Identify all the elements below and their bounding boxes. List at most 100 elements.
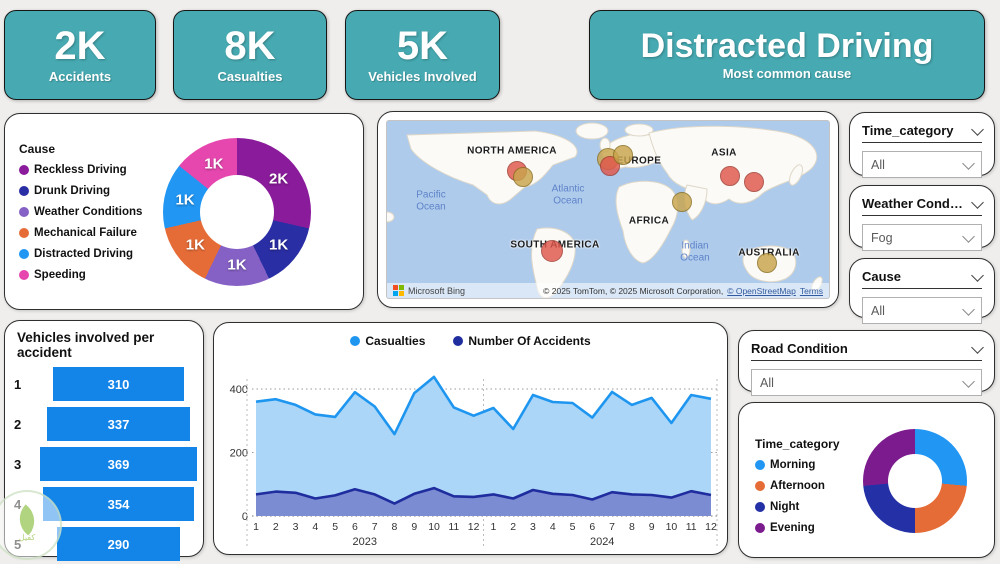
svg-text:0: 0 xyxy=(242,511,248,523)
legend-item[interactable]: Morning xyxy=(755,459,840,471)
map-continent-label: ASIA xyxy=(711,148,737,159)
funnel-row: 2 337 xyxy=(5,404,203,444)
map-bubble[interactable] xyxy=(720,166,740,186)
kpi-label: Vehicles Involved xyxy=(368,69,476,84)
kpi-card-vehicles: 5K Vehicles Involved xyxy=(345,10,500,100)
funnel-bar[interactable]: 369 xyxy=(40,447,197,481)
legend-item[interactable]: Afternoon xyxy=(755,480,840,492)
slicer-header[interactable]: Cause xyxy=(862,269,982,289)
trend-chart-svg[interactable]: 0200400123456789101112123456789101112202… xyxy=(214,323,726,553)
map-attribution-text: © 2025 TomTom, © 2025 Microsoft Corporat… xyxy=(543,286,723,296)
slicer-weather-condition: Weather Cond… Fog xyxy=(849,185,995,248)
funnel-title: Vehicles involved per accident xyxy=(17,330,203,360)
funnel-category-label: 4 xyxy=(5,497,40,512)
kpi-card-casualties: 8K Casualties xyxy=(173,10,327,100)
funnel-bar[interactable]: 337 xyxy=(47,407,190,441)
legend-label: Mechanical Failure xyxy=(34,227,137,239)
world-map[interactable]: NORTH AMERICAEUROPEASIAAFRICASOUTH AMERI… xyxy=(386,120,830,299)
svg-text:6: 6 xyxy=(589,521,595,533)
legend-item[interactable]: Evening xyxy=(755,522,840,534)
legend-title: Cause xyxy=(19,142,142,156)
kpi-card-accidents: 2K Accidents xyxy=(4,10,156,100)
terms-link[interactable]: Terms xyxy=(800,286,823,296)
kpi-value: 2K xyxy=(54,26,105,67)
slicer-value: All xyxy=(871,304,885,318)
map-bubble[interactable] xyxy=(672,192,692,212)
map-bubble[interactable] xyxy=(541,240,563,262)
kpi-label: Casualties xyxy=(217,69,282,84)
slicer-header[interactable]: Weather Cond… xyxy=(862,196,982,216)
donut-slice-label: 1K xyxy=(204,155,223,172)
svg-text:10: 10 xyxy=(666,521,678,533)
map-ocean-label: IndianOcean xyxy=(680,241,709,264)
cause-legend: Cause Reckless Driving Drunk Driving Weath… xyxy=(19,142,142,290)
legend-dot-icon xyxy=(19,165,29,175)
map-bubble[interactable] xyxy=(744,172,764,192)
chevron-down-icon[interactable] xyxy=(971,269,984,282)
slicer-dropdown[interactable]: All xyxy=(862,297,982,324)
svg-text:2: 2 xyxy=(510,521,516,533)
donut-hole xyxy=(888,454,942,508)
cause-donut-card: Cause Reckless Driving Drunk Driving Weath… xyxy=(4,113,364,310)
slicer-title: Cause xyxy=(862,269,901,284)
legend-label: Afternoon xyxy=(770,480,825,492)
svg-text:4: 4 xyxy=(550,521,556,533)
funnel-chart[interactable]: 13102337336943545290 xyxy=(5,364,203,564)
funnel-row: 4354 xyxy=(5,484,203,524)
svg-text:2: 2 xyxy=(273,521,279,533)
kpi-value: 5K xyxy=(397,26,448,67)
funnel-category-label: 1 xyxy=(5,377,40,392)
funnel-bar[interactable]: 290 xyxy=(57,527,180,561)
chevron-down-icon xyxy=(962,303,975,316)
openstreetmap-link[interactable]: © OpenStreetMap xyxy=(727,286,796,296)
kpi-value: Distracted Driving xyxy=(641,29,934,64)
legend-item[interactable]: Drunk Driving xyxy=(19,185,142,197)
donut-slice-label: 1K xyxy=(269,237,288,254)
time-donut-chart[interactable] xyxy=(863,429,967,533)
legend-item[interactable]: Night xyxy=(755,501,840,513)
legend-label: Night xyxy=(770,501,799,513)
chevron-down-icon[interactable] xyxy=(971,123,984,136)
slicer-cause: Cause All xyxy=(849,258,995,318)
cause-donut-chart[interactable]: 2K1K1K1K1K1K xyxy=(163,138,311,286)
legend-item[interactable]: Weather Conditions xyxy=(19,206,142,218)
map-bubble[interactable] xyxy=(513,167,533,187)
chevron-down-icon xyxy=(962,375,975,388)
svg-text:400: 400 xyxy=(230,384,248,396)
legend-item[interactable]: Mechanical Failure xyxy=(19,227,142,239)
funnel-category-label: 2 xyxy=(5,417,40,432)
slicer-dropdown[interactable]: All xyxy=(862,151,982,178)
slicer-dropdown[interactable]: Fog xyxy=(862,224,982,251)
funnel-category-label: 5 xyxy=(5,537,40,552)
slicer-road-condition: Road Condition All xyxy=(738,330,995,392)
map-bubble[interactable] xyxy=(613,145,633,165)
slicer-title: Time_category xyxy=(862,123,954,138)
svg-text:2023: 2023 xyxy=(353,536,377,548)
kpi-label: Accidents xyxy=(49,69,111,84)
slicer-dropdown[interactable]: All xyxy=(751,369,982,396)
svg-text:9: 9 xyxy=(649,521,655,533)
svg-text:10: 10 xyxy=(428,521,440,533)
legend-label: Speeding xyxy=(34,269,86,281)
chevron-down-icon[interactable] xyxy=(971,341,984,354)
slicer-header[interactable]: Time_category xyxy=(862,123,982,143)
legend-item[interactable]: Distracted Driving xyxy=(19,248,142,260)
legend-item[interactable]: Speeding xyxy=(19,269,142,281)
slicer-header[interactable]: Road Condition xyxy=(751,341,982,361)
svg-text:9: 9 xyxy=(411,521,417,533)
legend-dot-icon xyxy=(755,523,765,533)
bing-brand-label: Microsoft Bing xyxy=(408,286,465,296)
funnel-bar[interactable]: 354 xyxy=(43,487,194,521)
legend-item[interactable]: Reckless Driving xyxy=(19,164,142,176)
donut-slice-label: 1K xyxy=(227,257,246,274)
donut-slice-label: 1K xyxy=(186,237,205,254)
bing-brand: Microsoft Bing xyxy=(393,285,465,296)
legend-dot-icon xyxy=(19,186,29,196)
svg-text:4: 4 xyxy=(312,521,318,533)
map-bubble[interactable] xyxy=(757,253,777,273)
chevron-down-icon[interactable] xyxy=(971,196,984,209)
map-ocean-label: AtlanticOcean xyxy=(552,184,585,207)
funnel-bar[interactable]: 310 xyxy=(53,367,185,401)
svg-text:8: 8 xyxy=(629,521,635,533)
trend-chart-card: CasualtiesNumber Of Accidents 0200400123… xyxy=(213,322,728,555)
